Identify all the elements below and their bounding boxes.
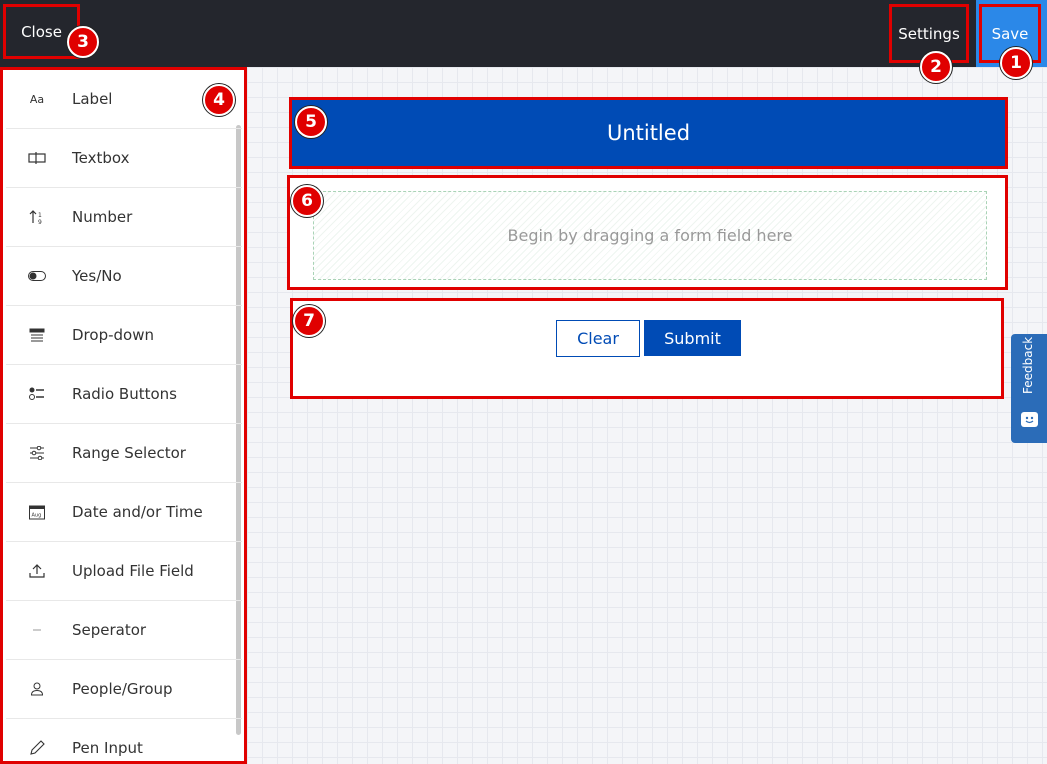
upload-icon [27,561,47,581]
sidebar-item-text: Seperator [72,621,147,639]
sidebar-item-text: Number [72,208,133,226]
dropdown-list-icon [27,325,47,345]
form-title: Untitled [606,121,691,145]
close-button[interactable]: Close [3,4,80,59]
feedback-label: Feedback [1021,336,1035,394]
sidebar-item-separator[interactable]: Seperator [6,601,242,660]
feedback-tab[interactable]: Feedback [1011,334,1047,443]
sidebar-item-radio-buttons[interactable]: Radio Buttons [6,365,242,424]
form-title-bar[interactable]: Untitled [289,97,1008,169]
form-canvas [247,67,1047,764]
svg-text:9: 9 [38,219,42,225]
sliders-icon [27,443,47,463]
sidebar-item-range-selector[interactable]: Range Selector [6,424,242,483]
annotation-badge-7: 7 [293,305,325,337]
field-palette-sidebar: Aa Label Textbox 19 Number Yes/No Drop-d… [0,67,247,764]
annotation-badge-1: 1 [1000,47,1032,79]
sidebar-item-text: People/Group [72,680,173,698]
annotation-badge-4: 4 [203,84,235,116]
sidebar-item-upload-file[interactable]: Upload File Field [6,542,242,601]
sidebar-item-text: Yes/No [72,267,122,285]
form-buttons-section: Clear Submit [290,298,1004,399]
annotation-badge-2: 2 [920,51,952,83]
clear-button[interactable]: Clear [556,320,640,357]
pen-icon [27,738,47,758]
sidebar-item-date-time[interactable]: Aug Date and/or Time [6,483,242,542]
separator-icon [27,620,47,640]
sidebar-item-text: Drop-down [72,326,154,344]
svg-text:1: 1 [38,212,42,219]
number-sort-icon: 19 [27,207,47,227]
top-toolbar: Close Settings Save [0,0,1047,67]
sidebar-item-yes-no[interactable]: Yes/No [6,247,242,306]
sidebar-item-text: Label [72,90,113,108]
radio-list-icon [27,384,47,404]
sidebar-item-text: Radio Buttons [72,385,177,403]
sidebar-item-people-group[interactable]: People/Group [6,660,242,719]
calendar-icon: Aug [27,502,47,522]
svg-text:Aug: Aug [32,513,42,519]
field-drop-zone[interactable]: Begin by dragging a form field here [313,191,987,280]
textbox-icon [27,148,47,168]
toggle-icon [27,266,47,286]
sidebar-item-drop-down[interactable]: Drop-down [6,306,242,365]
sidebar-item-textbox[interactable]: Textbox [6,129,242,188]
drop-hint-text: Begin by dragging a form field here [507,226,793,245]
annotation-badge-6: 6 [291,185,323,217]
feedback-smile-icon [1021,412,1038,427]
sidebar-item-pen-input[interactable]: Pen Input [6,719,242,761]
text-aa-icon: Aa [29,92,45,106]
submit-button[interactable]: Submit [644,320,741,356]
sidebar-item-text: Date and/or Time [72,503,203,521]
sidebar-item-text: Upload File Field [72,562,194,580]
annotation-badge-3: 3 [67,26,99,58]
sidebar-item-text: Textbox [72,149,130,167]
form-fields-section: Begin by dragging a form field here [287,175,1008,290]
sidebar-item-text: Pen Input [72,739,143,757]
sidebar-item-text: Range Selector [72,444,186,462]
sidebar-item-number[interactable]: 19 Number [6,188,242,247]
annotation-badge-5: 5 [295,106,327,138]
person-icon [27,679,47,699]
